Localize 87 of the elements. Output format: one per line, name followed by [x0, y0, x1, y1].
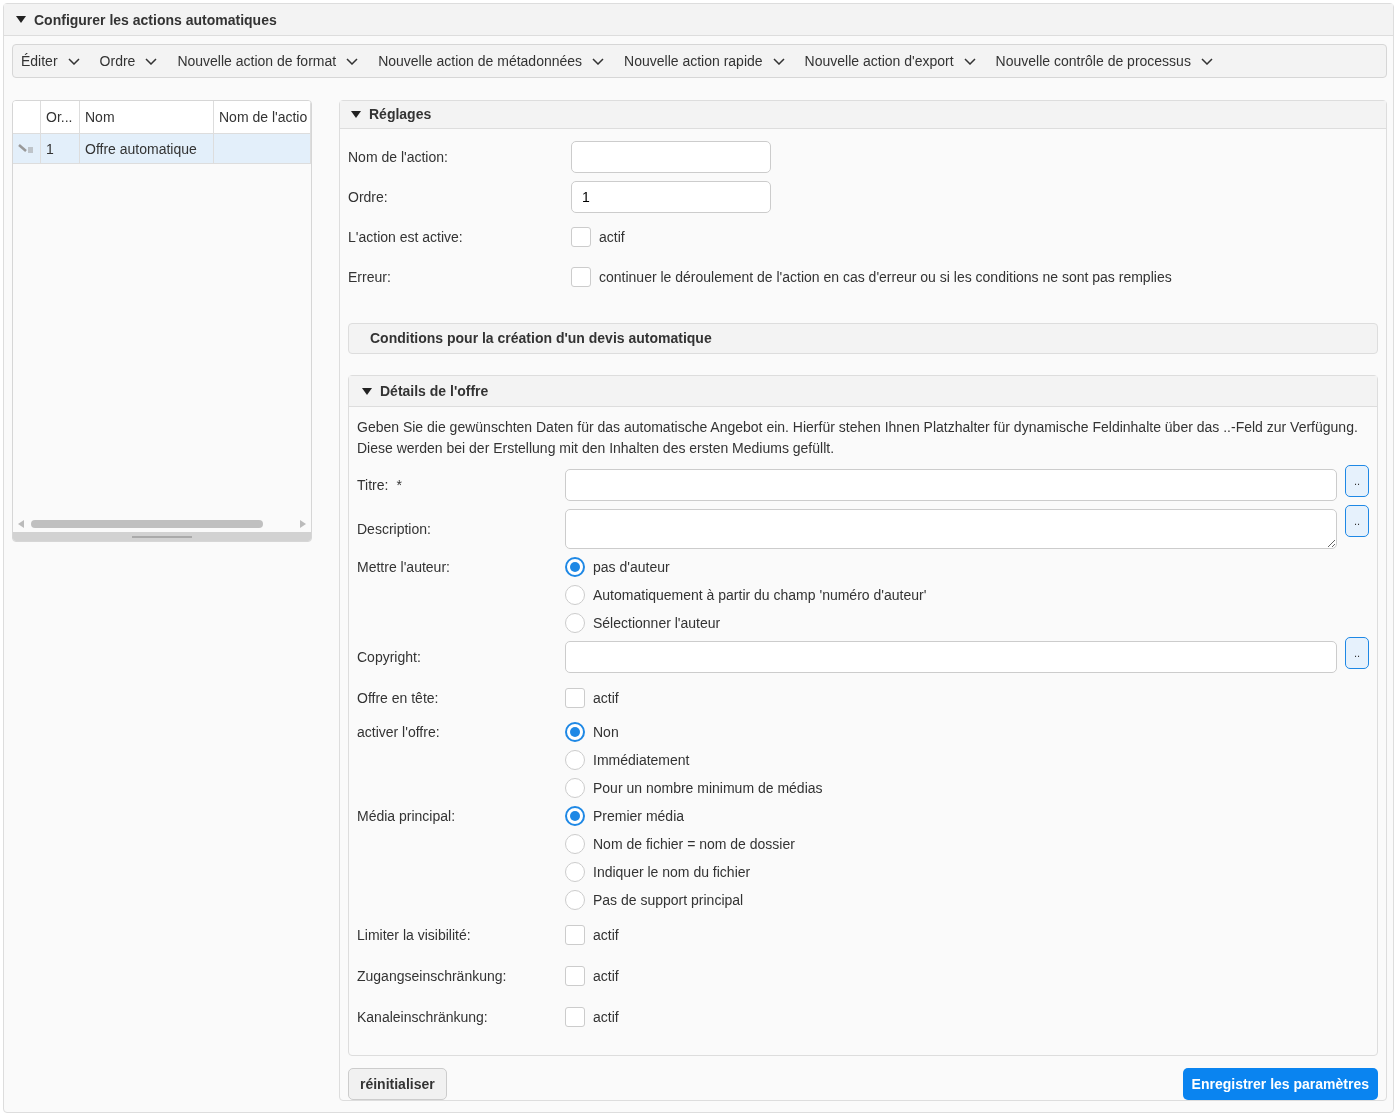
collapse-triangle-icon[interactable]	[16, 16, 26, 23]
field-label: Média principal:	[357, 807, 457, 824]
checkbox[interactable]	[565, 924, 585, 945]
checkbox-label: continuer le déroulement de l'action en cas d'erreur ou si les conditions ne sont pas remplies	[599, 268, 1172, 285]
column-header[interactable]: Or...	[41, 101, 80, 134]
section-title: Réglages	[369, 106, 432, 123]
radio-label: pas d'auteur	[593, 559, 670, 575]
field-label: activer l'offre:	[357, 723, 441, 740]
menu-button[interactable]: Nouvelle action de métadonnées	[378, 53, 605, 69]
field-label: Limiter la visibilité:	[357, 926, 472, 943]
collapse-triangle-icon[interactable]	[351, 110, 361, 118]
textarea-field[interactable]	[565, 509, 1337, 549]
radio-button[interactable]	[565, 806, 585, 826]
field-label: Offre en tête:	[357, 689, 440, 706]
radio-button[interactable]	[565, 613, 585, 633]
column-header[interactable]: Nom de l'actio	[214, 101, 311, 134]
edit-icon[interactable]	[18, 143, 34, 154]
field-label: Nom de l'action:	[348, 148, 449, 165]
checkbox-label: actif	[593, 1008, 619, 1025]
panel-title: Configurer les actions automatiques	[34, 11, 277, 28]
radio-label: Pas de support principal	[593, 892, 744, 908]
resize-handle[interactable]	[13, 532, 311, 541]
chevron-down-icon	[346, 57, 359, 65]
field-label: Zugangseinschränkung:	[357, 967, 508, 984]
placeholder-button[interactable]: ..	[1345, 637, 1369, 669]
placeholder-button[interactable]: ..	[1345, 505, 1369, 537]
field-label: Ordre:	[348, 188, 389, 205]
checkbox-label: actif	[599, 228, 625, 245]
required-marker: *	[396, 477, 402, 493]
field-label: L'action est active:	[348, 228, 464, 245]
field-label: Copyright:	[357, 649, 422, 665]
chevron-down-icon	[1200, 57, 1213, 65]
reset-button[interactable]: réinitialiser	[348, 1068, 447, 1100]
radio-label: Non	[593, 724, 619, 740]
section-title[interactable]: Conditions pour la création d'un devis automatique	[370, 330, 712, 347]
text-input-field[interactable]	[565, 641, 1337, 673]
radio-label: Pour un nombre minimum de médias	[593, 780, 823, 796]
checkbox[interactable]	[565, 965, 585, 986]
radio-label: Immédiatement	[593, 752, 690, 768]
radio-button[interactable]	[565, 862, 585, 882]
field-label: Kanaleinschränkung:	[357, 1008, 489, 1025]
chevron-down-icon	[963, 57, 976, 65]
menu-button[interactable]: Ordre	[99, 53, 158, 69]
row-handle-cell[interactable]	[13, 134, 41, 164]
checkbox-label: actif	[593, 689, 619, 706]
checkbox[interactable]	[571, 266, 591, 287]
text-input-field[interactable]: 1	[571, 180, 771, 213]
chevron-down-icon	[592, 57, 605, 65]
menu-button[interactable]: Nouvelle contrôle de processus	[995, 53, 1213, 69]
table-cell: Offre automatique	[80, 134, 214, 164]
intro-text: Geben Sie die gewünschten Daten für das automatische Angebot ein. Hierfür stehen Ihnen Platzhalter für dynamische Feldinhalte über das ..-Feld zur Verfügung. Diese werden bei der Erstellung mit den Inhalten des ersten Mediums gefüllt.	[357, 418, 1359, 458]
text-input-field[interactable]	[565, 469, 1337, 501]
collapse-triangle-icon[interactable]	[362, 387, 372, 395]
save-button[interactable]: Enregistrer les paramètres	[1182, 1068, 1378, 1100]
field-label: Mettre l'auteur:	[357, 558, 451, 575]
checkbox-label: actif	[593, 967, 619, 984]
chevron-down-icon	[145, 57, 158, 65]
radio-label: Indiquer le nom du fichier	[593, 864, 751, 880]
menu-button[interactable]: Nouvelle action rapide	[624, 53, 785, 69]
radio-button[interactable]	[565, 722, 585, 742]
checkbox[interactable]	[565, 687, 585, 708]
radio-button[interactable]	[565, 834, 585, 854]
field-label: Description:	[357, 521, 432, 537]
radio-button[interactable]	[565, 557, 585, 577]
text-input-field[interactable]	[571, 140, 771, 173]
checkbox[interactable]	[571, 226, 591, 247]
checkbox-label: actif	[593, 926, 619, 943]
menu-button[interactable]: Éditer	[21, 53, 80, 69]
radio-label: Premier média	[593, 808, 685, 824]
field-label: Titre: *	[357, 477, 403, 493]
placeholder-button[interactable]: ..	[1345, 465, 1369, 497]
radio-button[interactable]	[565, 585, 585, 605]
radio-button[interactable]	[565, 778, 585, 798]
section-title: Détails de l'offre	[380, 383, 489, 399]
field-label: Erreur:	[348, 268, 392, 285]
column-header[interactable]: Nom	[80, 101, 214, 134]
menu-button[interactable]: Nouvelle action d'export	[804, 53, 976, 69]
radio-label: Sélectionner l'auteur	[593, 615, 721, 631]
radio-label: Nom de fichier = nom de dossier	[593, 836, 795, 852]
radio-button[interactable]	[565, 890, 585, 910]
table-cell: 1	[41, 134, 80, 164]
chevron-down-icon	[772, 57, 785, 65]
checkbox[interactable]	[565, 1006, 585, 1027]
radio-button[interactable]	[565, 750, 585, 770]
menu-button[interactable]: Nouvelle action de format	[177, 53, 359, 69]
chevron-down-icon	[67, 57, 80, 65]
radio-label: Automatiquement à partir du champ 'numéro d'auteur'	[593, 587, 927, 603]
